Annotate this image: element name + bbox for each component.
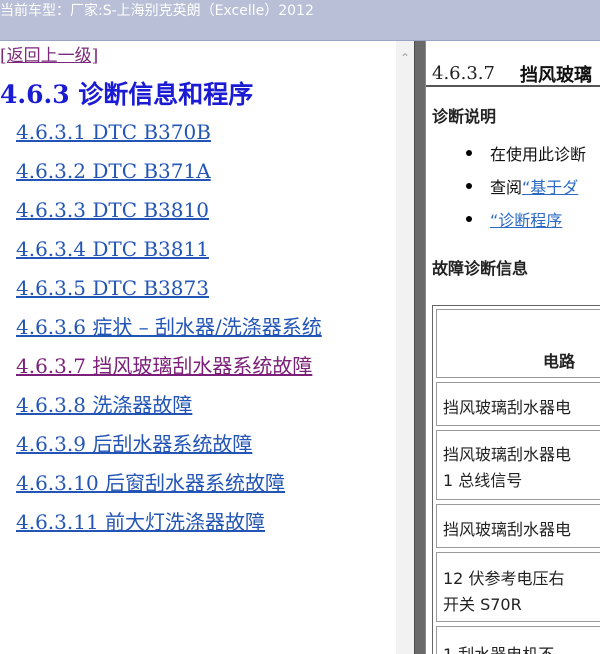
bullet-icon bbox=[466, 216, 472, 222]
toc-item[interactable]: 4.6.3.3 DTC B3810 bbox=[0, 197, 392, 223]
section-title: 挡风玻璃 bbox=[520, 65, 592, 86]
fault-table: 电路 挡风玻璃刮水器电 挡风玻璃刮水器电 1 总线信号 挡风玻璃刮水器电 12 … bbox=[432, 305, 600, 654]
content-pane[interactable]: 4.6.3.7 挡风玻璃 诊断说明 在使用此诊断 查阅“基于ダ “诊断程序 故障… bbox=[426, 41, 600, 654]
table-cell: 挡风玻璃刮水器电 bbox=[443, 520, 572, 539]
toc-link-b3811[interactable]: 4.6.3.4 DTC B3811 bbox=[0, 236, 392, 262]
toc-item[interactable]: 4.6.3.7 挡风玻璃刮水器系统故障 bbox=[0, 353, 392, 379]
toc-link-b3810[interactable]: 4.6.3.3 DTC B3810 bbox=[0, 197, 392, 223]
toc-link-windshield-wiper[interactable]: 4.6.3.7 挡风玻璃刮水器系统故障 bbox=[0, 353, 392, 379]
bullet-icon bbox=[466, 183, 472, 189]
toc-link-b371a[interactable]: 4.6.3.2 DTC B371A bbox=[0, 158, 392, 184]
reference-link[interactable]: “基于ダ bbox=[522, 178, 578, 197]
table-cell: 挡风玻璃刮水器电 bbox=[443, 398, 572, 417]
navigation-pane[interactable]: [返回上一级] 4.6.3 诊断信息和程序 4.6.3.1 DTC B370B … bbox=[0, 41, 396, 654]
toc-link-headlamp-washer[interactable]: 4.6.3.11 前大灯洗涤器故障 bbox=[0, 509, 392, 535]
bullet-text: 查阅“基于ダ bbox=[490, 174, 578, 198]
toc-item[interactable]: 4.6.3.9 后刮水器系统故障 bbox=[0, 431, 392, 457]
toc-link-rear-window-wiper[interactable]: 4.6.3.10 后窗刮水器系统故障 bbox=[0, 470, 392, 496]
toc-link-b3873[interactable]: 4.6.3.5 DTC B3873 bbox=[0, 275, 392, 301]
diagnostic-description-heading: 诊断说明 bbox=[432, 107, 497, 126]
toc-item[interactable]: 4.6.3.1 DTC B370B bbox=[0, 119, 392, 145]
table-header-circuit: 电路 bbox=[543, 352, 576, 371]
toc-item[interactable]: 4.6.3.10 后窗刮水器系统故障 bbox=[0, 470, 392, 496]
toc-item[interactable]: 4.6.3.5 DTC B3873 bbox=[0, 275, 392, 301]
table-row: 挡风玻璃刮水器电 1 总线信号 bbox=[436, 430, 600, 500]
title-bar: 当前车型：厂家:S-上海别克英朗（Excelle）2012 bbox=[0, 0, 600, 41]
table-cell: 开关 S70R bbox=[443, 595, 522, 614]
table-row: 挡风玻璃刮水器电 bbox=[436, 504, 600, 548]
diagnostic-procedure-link[interactable]: “诊断程序 bbox=[490, 207, 562, 231]
bullet-icon bbox=[466, 150, 472, 156]
frame-divider[interactable] bbox=[414, 41, 426, 654]
window-title: 当前车型：厂家:S-上海别克英朗（Excelle）2012 bbox=[0, 3, 314, 19]
toc-link-b370b[interactable]: 4.6.3.1 DTC B370B bbox=[0, 119, 392, 145]
toc-list: 4.6.3.1 DTC B370B 4.6.3.2 DTC B371A 4.6.… bbox=[0, 119, 392, 548]
toc-link-symptoms[interactable]: 4.6.3.6 症状 – 刮水器/洗涤器系统 bbox=[0, 314, 392, 340]
page-heading: 4.6.3 诊断信息和程序 bbox=[0, 80, 254, 109]
table-cell: 挡风玻璃刮水器电 bbox=[443, 445, 572, 464]
scroll-up-icon[interactable]: ⌃ bbox=[396, 51, 414, 65]
table-row: 挡风玻璃刮水器电 bbox=[436, 382, 600, 426]
left-scrollbar[interactable]: ⌃ bbox=[396, 41, 414, 654]
back-link[interactable]: [返回上一级] bbox=[0, 41, 98, 66]
toc-item[interactable]: 4.6.3.8 洗涤器故障 bbox=[0, 392, 392, 418]
toc-link-washer[interactable]: 4.6.3.8 洗涤器故障 bbox=[0, 392, 392, 418]
table-row: 12 伏参考电压右 开关 S70R bbox=[436, 552, 600, 622]
table-cell: 1 刮水器电机不 bbox=[443, 641, 554, 654]
toc-item[interactable]: 4.6.3.4 DTC B3811 bbox=[0, 236, 392, 262]
table-row: 1 刮水器电机不 bbox=[436, 626, 600, 654]
table-cell: 1 总线信号 bbox=[443, 471, 523, 490]
section-header: 4.6.3.7 挡风玻璃 bbox=[426, 49, 600, 87]
toc-item[interactable]: 4.6.3.2 DTC B371A bbox=[0, 158, 392, 184]
table-cell: 12 伏参考电压右 bbox=[443, 569, 565, 588]
fault-info-heading: 故障诊断信息 bbox=[432, 259, 529, 278]
toc-item[interactable]: 4.6.3.6 症状 – 刮水器/洗涤器系统 bbox=[0, 314, 392, 340]
toc-link-rear-wiper[interactable]: 4.6.3.9 后刮水器系统故障 bbox=[0, 431, 392, 457]
toc-item[interactable]: 4.6.3.11 前大灯洗涤器故障 bbox=[0, 509, 392, 535]
bullet-prefix: 查阅 bbox=[490, 178, 523, 197]
table-header-cell: 电路 bbox=[436, 309, 600, 378]
section-number: 4.6.3.7 bbox=[432, 63, 495, 84]
bullet-text: 在使用此诊断 bbox=[490, 145, 587, 164]
